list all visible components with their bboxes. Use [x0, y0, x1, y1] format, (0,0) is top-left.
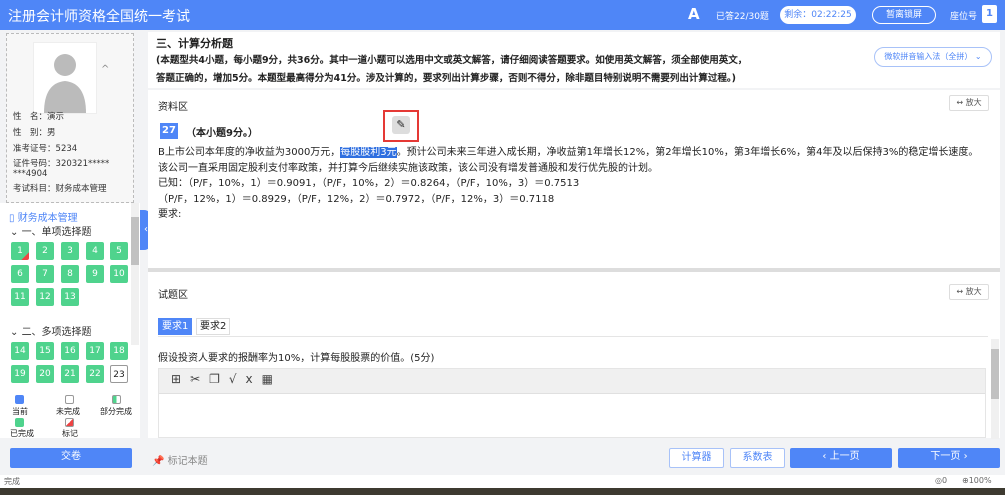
tab-req-2[interactable]: 要求2 [196, 318, 231, 335]
question-button[interactable]: 21 [61, 365, 79, 383]
cut-icon[interactable]: ✂ [190, 372, 209, 386]
info-subject: 考试科目：财务成本管理 [13, 184, 107, 194]
info-name: 性 名：演示 [13, 112, 65, 122]
question-score: （本小题9分。） [186, 128, 258, 139]
question-scrollbar[interactable] [991, 339, 999, 439]
answered-count: 已答22/30题 [716, 12, 769, 22]
question-button[interactable]: 8 [61, 265, 79, 283]
question-zoom-button[interactable]: ↔ 放大 [949, 284, 989, 300]
question-button[interactable]: 5 [110, 242, 128, 260]
legend-marked: 标记 [62, 429, 78, 438]
edit-note-icon[interactable]: ✎ [392, 116, 410, 134]
question-button[interactable]: 22 [86, 365, 104, 383]
question-label: 试题区 [158, 290, 188, 301]
question-number: 27 [160, 123, 178, 139]
header-bar: 注册会计师资格全国统一考试 A 已答22/30题 剩余：02:22:25 暂离锁… [0, 0, 1005, 30]
status-text: 完成 [4, 477, 20, 486]
question-button[interactable]: 6 [11, 265, 29, 283]
question-area: 试题区 ↔ 放大 要求1 要求2 假设投资人要求的报酬率为10%，计算每股股票的… [148, 272, 1000, 439]
question-button[interactable]: 14 [11, 342, 29, 360]
taskbar [0, 488, 1005, 495]
tab-req-1[interactable]: 要求1 [158, 318, 193, 335]
question-button[interactable]: 19 [11, 365, 29, 383]
highlighted-text: 每股股利3元 [340, 147, 397, 158]
section-multi[interactable]: ⌄ 二、多项选择题 [10, 323, 92, 338]
question-button[interactable]: 18 [110, 342, 128, 360]
section-header: 三、计算分析题 (本题型共4小题，每小题9分，共36分。其中一道小题可以选用中文… [148, 32, 1000, 88]
question-button[interactable]: 3 [61, 242, 79, 260]
legend-incomplete-icon [65, 395, 74, 404]
section-desc-1: (本题型共4小题，每小题9分，共36分。其中一道小题可以选用中文或英文解答，请仔… [156, 55, 748, 66]
question-text: 假设投资人要求的报酬率为10%，计算每股股票的价值。(5分) [158, 353, 435, 364]
section-title: 三、计算分析题 [156, 37, 233, 50]
legend-marked-icon [65, 418, 74, 427]
question-button[interactable]: 11 [11, 288, 29, 306]
question-button[interactable]: 15 [36, 342, 54, 360]
section-desc-2: 答题正确的，增加5分。本题型最高得分为41分。涉及计算的，要求列出计算步骤，否则… [156, 73, 736, 84]
question-button[interactable]: 7 [36, 265, 54, 283]
info-gender: 性 别：男 [13, 128, 56, 138]
avatar [33, 42, 97, 114]
next-page-button[interactable]: 下一页 › [898, 448, 1000, 468]
legend-current-icon [15, 395, 24, 404]
question-nav: ▯ 财务成本管理 ⌄ 一、单项选择题 ⌄ 二、多项选择题 当前 未完成 部分完成… [0, 203, 140, 438]
seat-label: 座位号 [950, 12, 978, 22]
question-button[interactable]: 20 [36, 365, 54, 383]
question-button[interactable]: 1 [11, 242, 29, 260]
app-title: 注册会计师资格全国统一考试 [8, 9, 190, 25]
insert-icon[interactable]: ⊞ [171, 372, 190, 386]
section-single[interactable]: ⌄ 一、单项选择题 [10, 223, 92, 238]
formula-icon[interactable]: √x [229, 372, 262, 386]
user-silhouette-icon [44, 54, 86, 113]
status-count: ◎0 [935, 476, 948, 485]
question-button[interactable]: 16 [61, 342, 79, 360]
legend-current: 当前 [12, 407, 28, 416]
timer: 剩余：02:22:25 [780, 6, 856, 24]
mark-question-button[interactable]: 📌 标记本题 [152, 452, 208, 467]
material-text: B上市公司本年度的净收益为3000万元，每股股利3元。预计公司未来三年进入成长期… [158, 147, 979, 220]
legend-partial: 部分完成 [100, 407, 132, 416]
material-zoom-button[interactable]: ↔ 放大 [949, 95, 989, 111]
question-button[interactable]: 23 [110, 365, 128, 383]
zoom-level: ⊕100% [962, 476, 992, 485]
question-button[interactable]: 10 [110, 265, 128, 283]
candidate-card: ^ 性 名：演示 性 别：男 准考证号：5234 证件号码：320321****… [6, 33, 134, 203]
prev-page-button[interactable]: ‹ 上一页 [790, 448, 892, 468]
seat-number: 1 [982, 5, 997, 23]
material-label: 资料区 [158, 102, 188, 113]
question-button[interactable]: 4 [86, 242, 104, 260]
annotate-highlight-box: ✎ [383, 110, 419, 142]
answer-editor[interactable]: ⊞✂❐√x▦ [158, 368, 986, 438]
question-button[interactable]: 17 [86, 342, 104, 360]
subject-link[interactable]: ▯ 财务成本管理 [9, 209, 78, 224]
calculator-button[interactable]: 计算器 [669, 448, 724, 468]
info-exam-id: 准考证号：5234 [13, 144, 78, 154]
main-area: 三、计算分析题 (本题型共4小题，每小题9分，共36分。其中一道小题可以选用中文… [148, 30, 1000, 440]
legend-done: 已完成 [10, 429, 34, 438]
lock-screen-button[interactable]: 暂离锁屏 [872, 6, 936, 24]
status-bar: 完成 ◎0 ⊕100% [0, 475, 1005, 488]
font-size-icon[interactable]: A [688, 5, 700, 23]
question-button[interactable]: 9 [86, 265, 104, 283]
collapse-icon[interactable]: ^ [101, 64, 109, 75]
legend-done-icon [15, 418, 24, 427]
info-id-number: 证件号码：320321********4904 [13, 159, 110, 179]
legend-incomplete: 未完成 [56, 407, 80, 416]
submit-button[interactable]: 交卷 [10, 448, 132, 468]
coefficient-table-button[interactable]: 系数表 [730, 448, 785, 468]
material-area: 资料区 ↔ 放大 27 （本小题9分。） ✎ B上市公司本年度的净收益为3000… [148, 90, 1000, 268]
question-button[interactable]: 13 [61, 288, 79, 306]
table-icon[interactable]: ▦ [262, 372, 282, 386]
question-button[interactable]: 12 [36, 288, 54, 306]
question-button[interactable]: 2 [36, 242, 54, 260]
ime-selector[interactable]: 微软拼音输入法（全拼） ⌄ [874, 47, 992, 67]
pin-icon: 📌 [152, 456, 165, 467]
scrollbar[interactable] [131, 203, 139, 345]
editor-toolbar: ⊞✂❐√x▦ [159, 369, 985, 394]
copy-icon[interactable]: ❐ [209, 372, 229, 386]
legend-partial-icon [112, 395, 121, 404]
